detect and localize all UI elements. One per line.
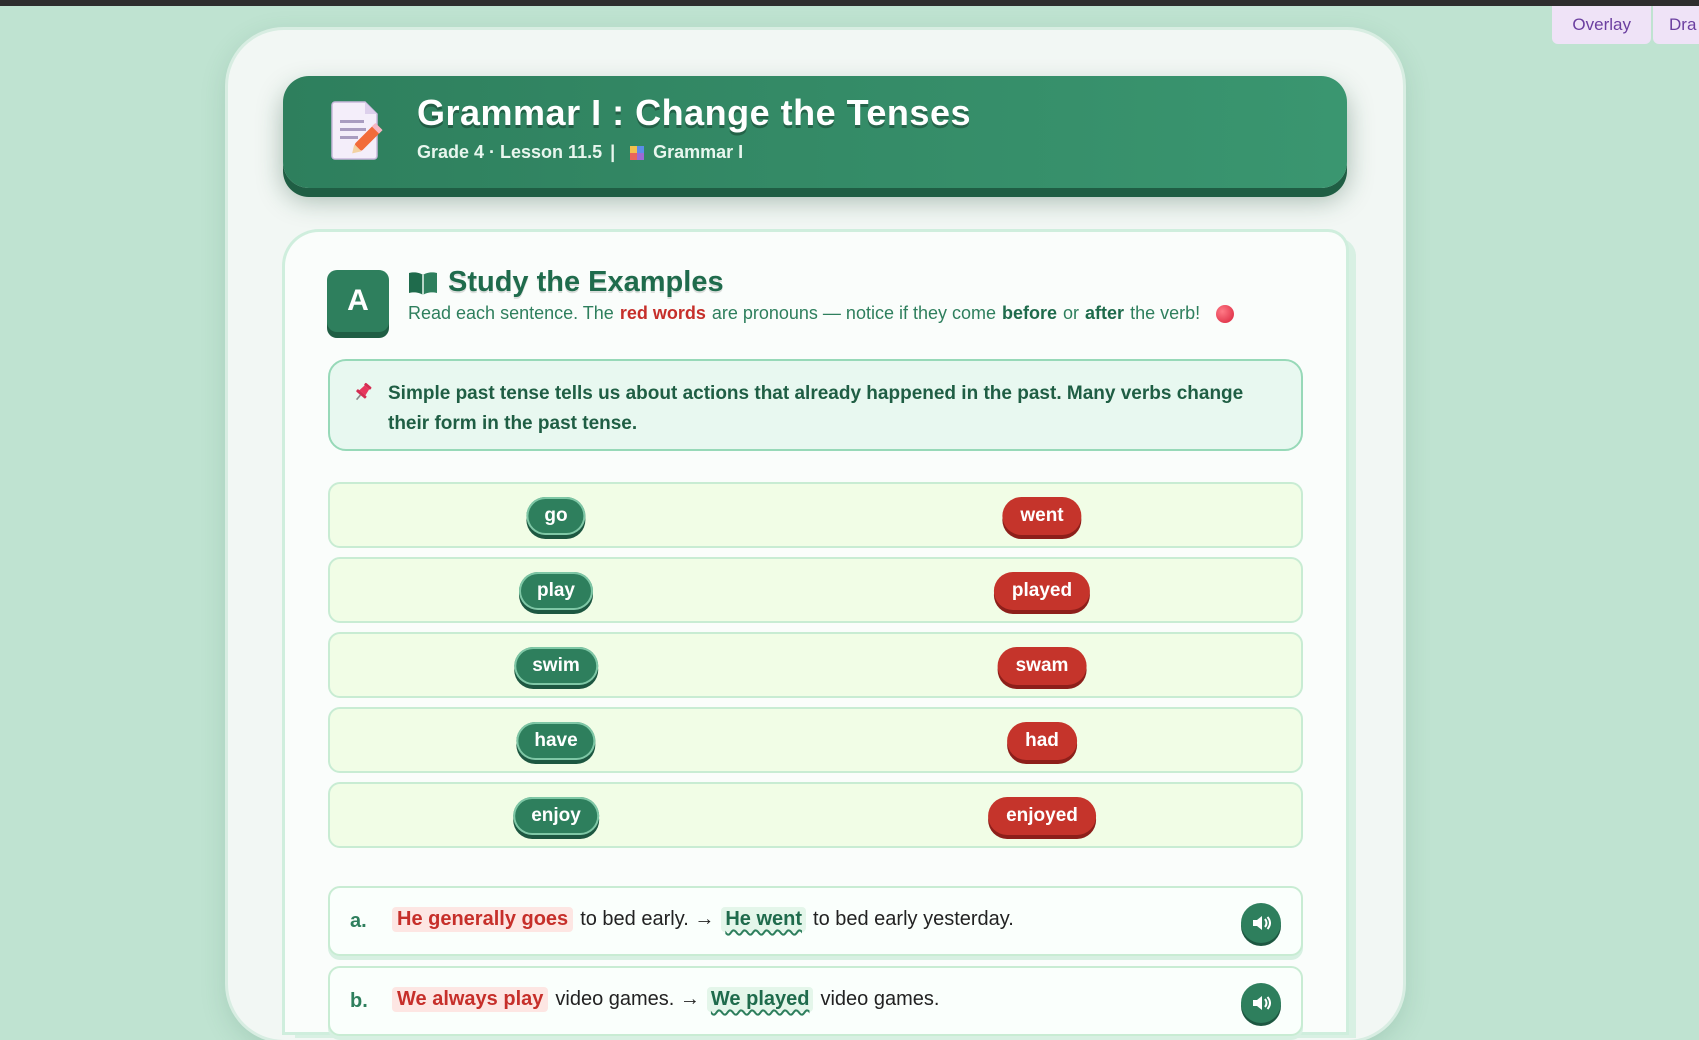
draw-tab[interactable]: Dra — [1653, 6, 1699, 44]
section-description: Read each sentence. The red words are pr… — [408, 303, 1235, 324]
grade-lesson-label: Grade 4 · Lesson 11.5 — [417, 142, 603, 162]
past-verb-pill[interactable]: played — [993, 572, 1091, 610]
base-verb-pill[interactable]: play — [518, 572, 594, 610]
verb-row: have had — [328, 707, 1303, 773]
desc-after: after — [1085, 303, 1125, 323]
past-verb-pill[interactable]: went — [1002, 497, 1082, 535]
category-label: Grammar I — [653, 142, 744, 162]
desc-before: before — [1002, 303, 1058, 323]
red-dot-icon — [1216, 304, 1235, 323]
overlay-tabs: Overlay Dra — [1552, 6, 1699, 44]
pushpin-icon — [355, 382, 372, 401]
lesson-meta: Grade 4 · Lesson 11.5 | Grammar I — [417, 142, 743, 163]
sentence-letter: b. — [350, 990, 368, 1012]
play-audio-button[interactable] — [1241, 903, 1281, 943]
sentence-present-highlight: He generally goes — [392, 907, 574, 932]
sentence-middle: to bed early. → — [580, 908, 715, 930]
verb-row: enjoy enjoyed — [328, 782, 1303, 848]
browser-top-bar — [0, 0, 1699, 6]
verb-row: swim swam — [328, 632, 1303, 698]
verb-row: go went — [328, 482, 1303, 548]
sentence-end: to bed early yesterday. — [813, 908, 1014, 930]
base-verb-pill[interactable]: have — [516, 722, 596, 760]
open-book-icon — [409, 271, 437, 295]
sentence-text: He generally goes to bed early. → He wen… — [392, 907, 1014, 932]
desc-part: are pronouns — notice if they come — [711, 303, 997, 323]
section-badge: A — [327, 270, 389, 332]
page-title: Grammar I : Change the Tenses — [417, 92, 971, 133]
base-verb-pill[interactable]: swim — [514, 647, 598, 685]
document-pencil-icon — [331, 101, 383, 160]
sentence-past-highlight: We played — [706, 987, 814, 1012]
note-text: Simple past tense tells us about actions… — [388, 383, 1244, 434]
sentence-present-highlight: We always play — [392, 987, 549, 1012]
example-sentence: b. We always play video games. → We play… — [328, 966, 1303, 1036]
verb-table: go went play played swim swam have had e… — [328, 482, 1303, 857]
sentence-text: We always play video games. → We played … — [392, 987, 939, 1012]
color-blocks-icon — [630, 145, 645, 160]
lesson-header: Grammar I : Change the Tenses Grade 4 · … — [283, 76, 1347, 188]
desc-part: Read each sentence. The — [408, 303, 614, 323]
speaker-icon — [1253, 996, 1271, 1010]
sentence-letter: a. — [350, 910, 367, 932]
speaker-icon — [1253, 916, 1271, 930]
section-title-text: Study the Examples — [448, 266, 724, 298]
verb-row: play played — [328, 557, 1303, 623]
base-verb-pill[interactable]: enjoy — [513, 797, 599, 835]
past-verb-pill[interactable]: enjoyed — [988, 797, 1096, 835]
sentence-past-highlight: He went — [721, 907, 807, 932]
section-title: Study the Examples — [408, 266, 724, 299]
past-verb-pill[interactable]: swam — [997, 647, 1087, 685]
desc-part: the verb! — [1130, 303, 1201, 323]
past-verb-pill[interactable]: had — [1007, 722, 1077, 760]
desc-part: or — [1063, 303, 1080, 323]
example-sentence: a. He generally goes to bed early. → He … — [328, 886, 1303, 956]
overlay-tab[interactable]: Overlay — [1552, 6, 1651, 44]
base-verb-pill[interactable]: go — [526, 497, 586, 535]
info-note: Simple past tense tells us about actions… — [328, 359, 1303, 451]
desc-red-words: red words — [619, 303, 706, 323]
play-audio-button[interactable] — [1241, 983, 1281, 1023]
meta-separator: | — [610, 142, 616, 162]
